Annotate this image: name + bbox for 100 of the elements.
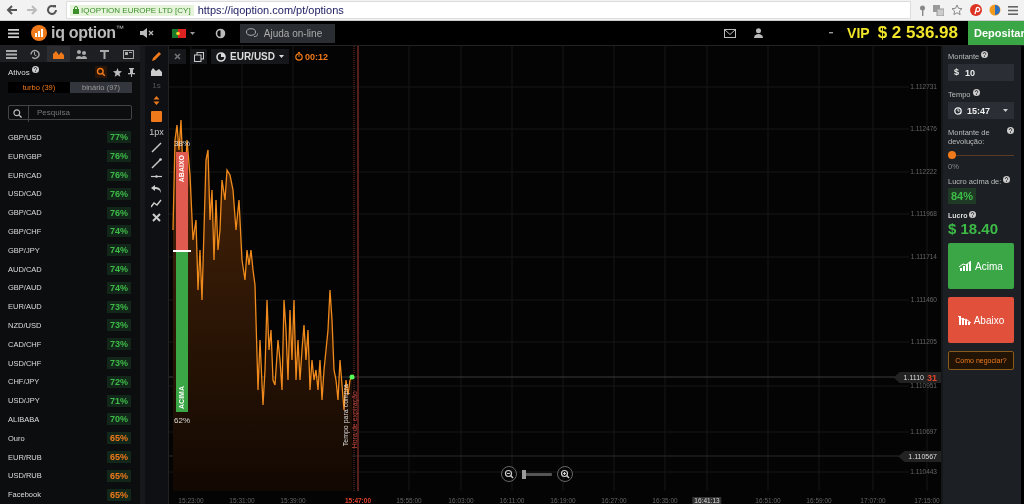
search-field[interactable]: Pesquisa: [8, 104, 132, 121]
caret-icon: [1003, 109, 1008, 112]
menu-icon[interactable]: [8, 28, 19, 38]
section-title: Ativos: [8, 67, 30, 77]
payout-percent: 65%: [110, 452, 128, 462]
search-icon: [13, 108, 22, 118]
star-icon[interactable]: [113, 67, 122, 77]
undo-icon[interactable]: [151, 184, 162, 194]
payout-percent: 65%: [110, 489, 128, 500]
payout-percent: 73%: [110, 358, 128, 368]
payout-percent: 74%: [110, 264, 128, 275]
sidebar-tab[interactable]: [46, 46, 70, 63]
user-icon[interactable]: [754, 28, 764, 38]
area-chart-icon[interactable]: [151, 67, 162, 76]
payout-percent: 70%: [110, 414, 128, 425]
payout-percent: 74%: [110, 245, 128, 256]
sort-arrows-icon[interactable]: [151, 95, 162, 106]
help-icon: [1007, 127, 1014, 134]
payout-percent: 65%: [110, 433, 128, 444]
reload-icon[interactable]: [46, 4, 58, 16]
copy-icon: [193, 51, 204, 62]
share-divider: [173, 249, 191, 252]
countdown-timer: 00:12: [295, 51, 329, 62]
close-icon: [174, 53, 181, 60]
currency-prefix: $: [954, 67, 959, 77]
caret-icon: [279, 55, 284, 58]
put-button[interactable]: Abaixo: [948, 297, 1014, 343]
time-select[interactable]: 15:47: [948, 102, 1014, 119]
current-price-dot: [349, 374, 355, 380]
vip-label: VIP: [847, 25, 870, 41]
clock-icon: [954, 106, 962, 115]
mail-icon[interactable]: [724, 28, 737, 38]
line-width-label[interactable]: 1px: [149, 127, 164, 137]
logo[interactable]: iq option™: [31, 24, 124, 42]
stopwatch-icon: [295, 52, 303, 61]
url-text: https://iqoption.com/pt/options: [197, 4, 344, 16]
lock-icon: [73, 6, 79, 14]
payout-percent: 74%: [110, 226, 128, 237]
copy-button[interactable]: [190, 49, 207, 64]
help-icon: [1003, 176, 1011, 183]
search-icon[interactable]: [95, 66, 107, 79]
payout-percent: 77%: [110, 132, 128, 143]
text-tool-icon: [99, 48, 111, 60]
flag-icon[interactable]: [171, 28, 186, 38]
payout-percent: 73%: [110, 339, 128, 350]
rising-chart-icon: [959, 261, 973, 271]
payout-percent: 74%: [110, 282, 128, 293]
back-arrow-icon[interactable]: [6, 4, 18, 16]
pin-icon[interactable]: [970, 4, 982, 16]
horizontal-line-icon[interactable]: [151, 174, 162, 179]
payout-percent: 73%: [110, 320, 128, 331]
payout-percent: 76%: [110, 207, 128, 218]
profit-amount: $ 18.40: [948, 220, 1000, 237]
payout-percent: 76%: [110, 188, 128, 199]
key-icon[interactable]: [919, 4, 926, 16]
dash-icon[interactable]: [829, 32, 834, 34]
ray-tool-icon[interactable]: [151, 158, 162, 169]
time-value: 15:47: [967, 105, 991, 116]
people-icon: [76, 48, 88, 60]
wave-line-icon[interactable]: [151, 199, 162, 208]
help-icon: [969, 211, 977, 218]
color-swatch-icon[interactable]: [151, 111, 162, 122]
line-tool-icon[interactable]: [151, 142, 162, 153]
news-icon: [122, 48, 134, 60]
pencil-icon[interactable]: [151, 51, 162, 62]
logo-text: iq option™: [51, 24, 124, 42]
help-icon: [31, 66, 39, 74]
profit-rate-badge: 84%: [948, 188, 977, 204]
payout-percent: 71%: [110, 395, 128, 406]
pin-icon[interactable]: [128, 67, 135, 77]
pie-icon: [216, 51, 226, 62]
payout-percent: 76%: [110, 170, 128, 181]
logo-icon: [31, 25, 47, 41]
zoom-out-icon[interactable]: [501, 466, 517, 482]
close-tab-button[interactable]: [169, 49, 186, 64]
caret-icon[interactable]: [189, 31, 195, 35]
payout-percent: 73%: [110, 301, 128, 312]
brightness-icon[interactable]: [214, 27, 226, 39]
star-outline-icon[interactable]: [951, 4, 963, 16]
translate-icon[interactable]: [933, 4, 944, 16]
help-chat-button[interactable]: Ajuda on-line: [239, 23, 335, 43]
security-badge: IQOPTION EUROPE LTD [CY]: [70, 4, 194, 16]
refund-slider-thumb[interactable]: [948, 151, 956, 159]
history-icon: [29, 48, 41, 60]
help-icon: [972, 89, 980, 96]
close-icon[interactable]: [152, 213, 161, 222]
help-icon: [981, 51, 989, 58]
payout-percent: 65%: [110, 470, 128, 481]
mute-speaker-icon[interactable]: [139, 28, 154, 38]
stacked-layers-icon: [6, 48, 18, 60]
falling-chart-icon: [957, 315, 971, 325]
payout-percent: 72%: [110, 376, 128, 387]
account-balance[interactable]: $ 2 536.98: [877, 23, 958, 43]
chat-bubbles-icon: [245, 28, 258, 38]
zoom-slider-thumb[interactable]: [522, 469, 526, 479]
zoom-in-icon[interactable]: [557, 466, 573, 482]
address-bar[interactable]: IQOPTION EUROPE LTD [CY] https://iqoption.com/pt/options: [66, 1, 911, 19]
buy-percent: 62%: [174, 416, 190, 425]
payout-percent: 76%: [110, 151, 128, 162]
asset-selector[interactable]: EUR/USD: [211, 49, 289, 64]
